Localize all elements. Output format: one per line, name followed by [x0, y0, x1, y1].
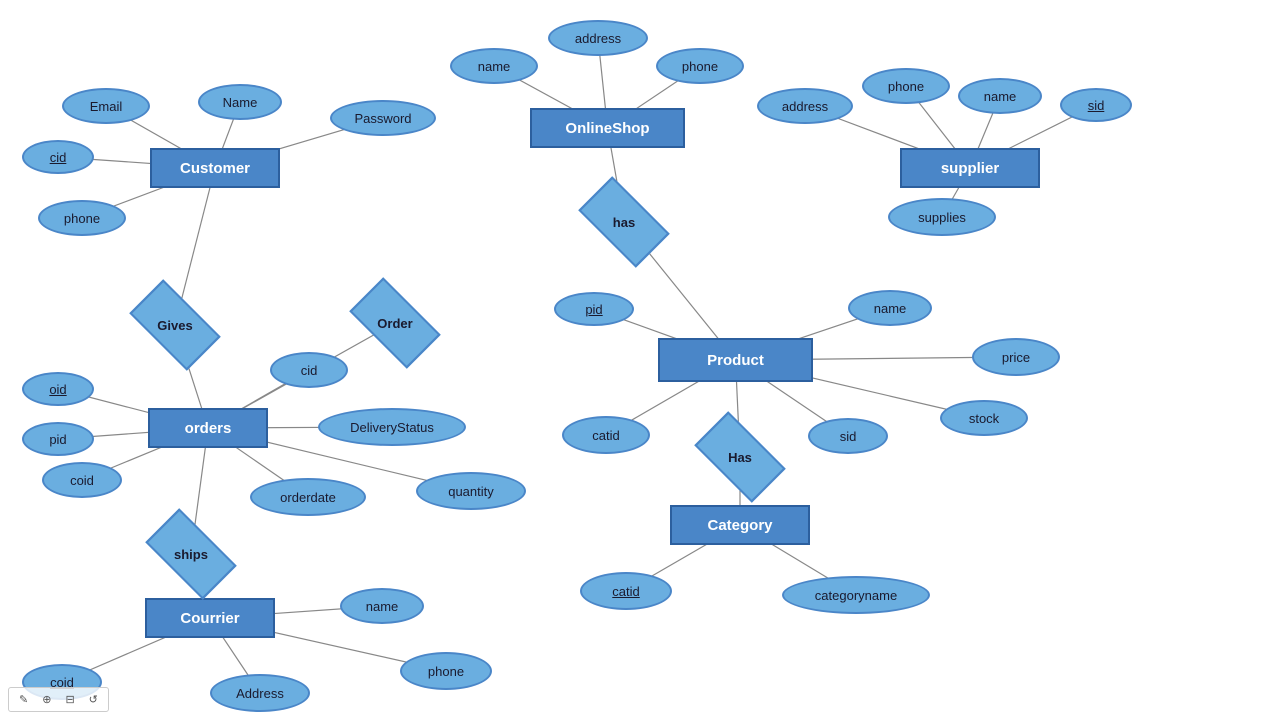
attr-attr_deliverystatus: DeliveryStatus	[318, 408, 466, 446]
entity-customer: Customer	[150, 148, 280, 188]
attr-attr_orderdate: orderdate	[250, 478, 366, 516]
toolbar-undo[interactable]: ↺	[85, 691, 102, 708]
attr-attr_cid_orders: cid	[270, 352, 348, 388]
attr-attr_quantity: quantity	[416, 472, 526, 510]
attr-attr_catid_product: catid	[562, 416, 650, 454]
attr-attr_name_onlineshop: name	[450, 48, 538, 84]
attr-attr_name_customer: Name	[198, 84, 282, 120]
attr-attr_phone_supplier: phone	[862, 68, 950, 104]
diagram-canvas: OnlineShop Customer supplier Product orders C…	[0, 0, 1280, 720]
attr-attr_address_supplier: address	[757, 88, 853, 124]
attr-attr_sid_product: sid	[808, 418, 888, 454]
rel-rel_ships: ships	[148, 528, 234, 580]
toolbar-edit[interactable]: ✎	[15, 691, 32, 708]
attr-attr_phone_customer: phone	[38, 200, 126, 236]
attr-attr_email: Email	[62, 88, 150, 124]
attr-attr_supplies: supplies	[888, 198, 996, 236]
attr-attr_catid_cat: catid	[580, 572, 672, 610]
attr-attr_name_courrier: name	[340, 588, 424, 624]
toolbar-add[interactable]: ⊕	[38, 691, 55, 708]
toolbar: ✎ ⊕ ⊟ ↺	[8, 687, 109, 712]
entity-onlineshop: OnlineShop	[530, 108, 685, 148]
attr-attr_categoryname: categoryname	[782, 576, 930, 614]
attr-attr_pid: pid	[554, 292, 634, 326]
entity-courrier: Courrier	[145, 598, 275, 638]
rel-rel_order: Order	[350, 296, 440, 350]
rel-rel_has: has	[580, 195, 668, 249]
entity-orders: orders	[148, 408, 268, 448]
attr-attr_oid: oid	[22, 372, 94, 406]
attr-attr_address_top: address	[548, 20, 648, 56]
attr-attr_name_supplier: name	[958, 78, 1042, 114]
rel-rel_gives: Gives	[130, 298, 220, 352]
attr-attr_phone_courrier: phone	[400, 652, 492, 690]
rel-rel_has2: Has	[700, 432, 780, 482]
attr-attr_address_courrier: Address	[210, 674, 310, 712]
toolbar-remove[interactable]: ⊟	[61, 691, 78, 708]
attr-attr_pid_orders: pid	[22, 422, 94, 456]
attr-attr_sid_supplier: sid	[1060, 88, 1132, 122]
entity-category: Category	[670, 505, 810, 545]
attr-attr_stock: stock	[940, 400, 1028, 436]
attr-attr_password: Password	[330, 100, 436, 136]
entity-supplier: supplier	[900, 148, 1040, 188]
attr-attr_phone_onlineshop: phone	[656, 48, 744, 84]
attr-attr_price: price	[972, 338, 1060, 376]
attr-attr_name_product: name	[848, 290, 932, 326]
entity-product: Product	[658, 338, 813, 382]
attr-attr_cid: cid	[22, 140, 94, 174]
attr-attr_coid_orders: coid	[42, 462, 122, 498]
